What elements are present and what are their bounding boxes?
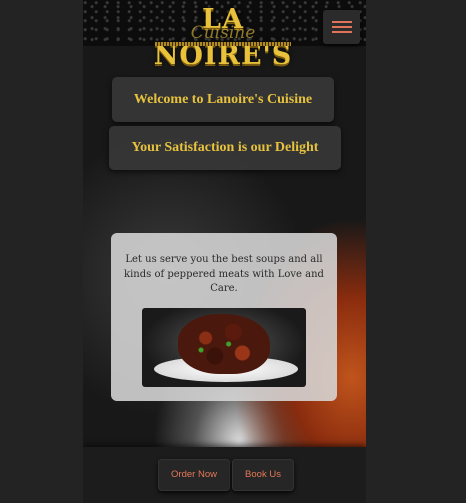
hamburger-icon [332, 26, 352, 28]
intro-card: Let us serve you the best soups and all … [111, 233, 337, 401]
book-us-button[interactable]: Book Us [232, 459, 294, 491]
footer-bar: Order Now Book Us [83, 447, 366, 503]
menu-toggle-button[interactable] [323, 10, 360, 44]
site-header: LA NOIRE'S Cuisine [83, 0, 366, 71]
welcome-heading: Welcome to Lanoire's Cuisine [112, 77, 334, 122]
mobile-viewport: LA NOIRE'S Cuisine Welcome to Lanoire's … [83, 0, 366, 503]
hamburger-icon [332, 21, 352, 23]
brand-logo[interactable]: LA NOIRE'S Cuisine [143, 2, 303, 71]
hamburger-icon [332, 31, 352, 33]
food-image [142, 308, 306, 387]
order-now-button[interactable]: Order Now [158, 459, 230, 491]
logo-underline [155, 42, 291, 46]
peppered-meat-graphic [178, 314, 270, 374]
tagline-heading: Your Satisfaction is our Delight [109, 126, 341, 170]
intro-text: Let us serve you the best soups and all … [124, 254, 324, 294]
logo-subtitle: Cuisine [190, 23, 256, 43]
